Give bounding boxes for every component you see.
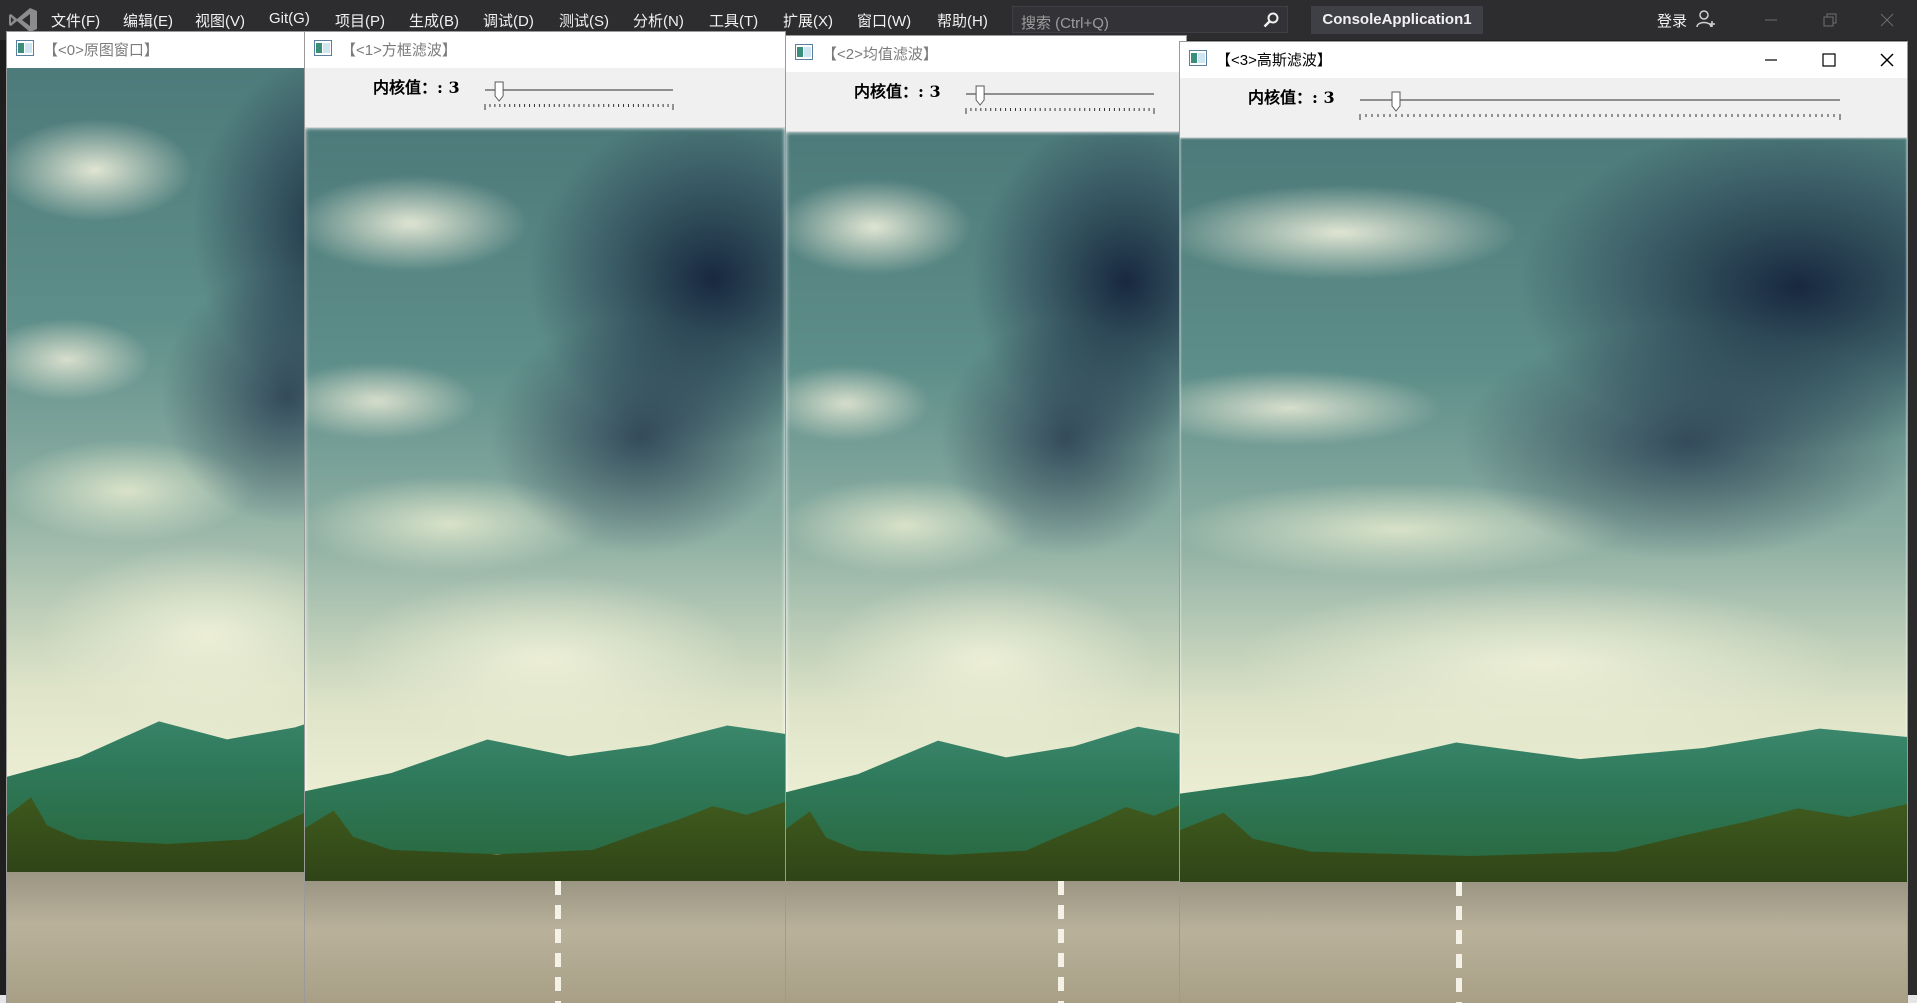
slider-thumb[interactable] xyxy=(975,85,985,106)
kernel-value-label: 内核值：: 3 xyxy=(854,82,941,101)
menu-test[interactable]: 测试(S) xyxy=(559,10,609,31)
window-title: 【<2>均值滤波】 xyxy=(822,46,938,63)
close-icon[interactable] xyxy=(1879,12,1895,28)
box-filtered-image xyxy=(305,128,785,1003)
window-titlebar[interactable]: 【<1>方框滤波】 xyxy=(305,32,785,68)
menu-view[interactable]: 视图(V) xyxy=(195,10,245,31)
opencv-window-icon xyxy=(795,44,813,60)
minimize-icon[interactable] xyxy=(1763,12,1779,28)
slider-thumb[interactable] xyxy=(1391,91,1401,112)
kernel-trackbar-panel: 内核值：: 3 xyxy=(305,68,785,128)
mean-filtered-image xyxy=(786,132,1186,1003)
maximize-icon[interactable] xyxy=(1819,50,1839,70)
menu-tools[interactable]: 工具(T) xyxy=(709,10,758,31)
gaussian-filtered-image xyxy=(1180,138,1907,1003)
window-title: 【<1>方框滤波】 xyxy=(341,42,457,59)
visual-studio-logo-icon[interactable] xyxy=(8,7,38,33)
menu-help[interactable]: 帮助(H) xyxy=(937,10,988,31)
opencv-window-icon xyxy=(314,40,332,56)
minimize-icon[interactable] xyxy=(1761,50,1781,70)
slider-thumb[interactable] xyxy=(494,81,504,102)
project-name-badge[interactable]: ConsoleApplication1 xyxy=(1311,6,1483,34)
search-placeholder: 搜索 (Ctrl+Q) xyxy=(1021,15,1109,32)
menu-edit[interactable]: 编辑(E) xyxy=(123,10,173,31)
menu-project[interactable]: 项目(P) xyxy=(335,10,385,31)
menu-debug[interactable]: 调试(D) xyxy=(483,10,534,31)
window-titlebar[interactable]: 【<2>均值滤波】 xyxy=(786,36,1186,72)
close-icon[interactable] xyxy=(1877,50,1897,70)
kernel-slider[interactable] xyxy=(958,85,1186,116)
opencv-window-icon xyxy=(1189,50,1207,66)
kernel-value-label: 内核值：: 3 xyxy=(1248,88,1335,107)
kernel-slider[interactable] xyxy=(1352,91,1852,122)
search-box[interactable]: 搜索 (Ctrl+Q) xyxy=(1012,6,1288,33)
gaussian-filter-window[interactable]: 【<3>高斯滤波】 内核值：: 3 xyxy=(1180,42,1907,1003)
menu-analyze[interactable]: 分析(N) xyxy=(633,10,684,31)
restore-icon[interactable] xyxy=(1822,12,1838,28)
mean-filter-window[interactable]: 【<2>均值滤波】 内核值：: 3 xyxy=(786,36,1186,1003)
kernel-value-label: 内核值：: 3 xyxy=(373,78,460,97)
menu-extensions[interactable]: 扩展(X) xyxy=(783,10,833,31)
box-filter-window[interactable]: 【<1>方框滤波】 内核值：: 3 xyxy=(305,32,785,1003)
ide-editor-edge xyxy=(1907,40,1917,1003)
window-titlebar[interactable]: 【<3>高斯滤波】 xyxy=(1180,42,1907,78)
menu-git[interactable]: Git(G) xyxy=(269,10,310,27)
kernel-slider[interactable] xyxy=(477,81,777,112)
kernel-trackbar-panel: 内核值：: 3 xyxy=(786,72,1186,132)
opencv-window-icon xyxy=(16,40,34,56)
window-title: 【<3>高斯滤波】 xyxy=(1216,52,1332,69)
menu-build[interactable]: 生成(B) xyxy=(409,10,459,31)
menu-file[interactable]: 文件(F) xyxy=(51,10,100,31)
menu-window[interactable]: 窗口(W) xyxy=(857,10,911,31)
kernel-trackbar-panel: 内核值：: 3 xyxy=(1180,78,1907,138)
login-link[interactable]: 登录 xyxy=(1657,10,1687,31)
window-title: 【<0>原图窗口】 xyxy=(43,42,159,59)
user-add-icon[interactable] xyxy=(1696,9,1716,29)
search-icon[interactable] xyxy=(1263,12,1279,28)
